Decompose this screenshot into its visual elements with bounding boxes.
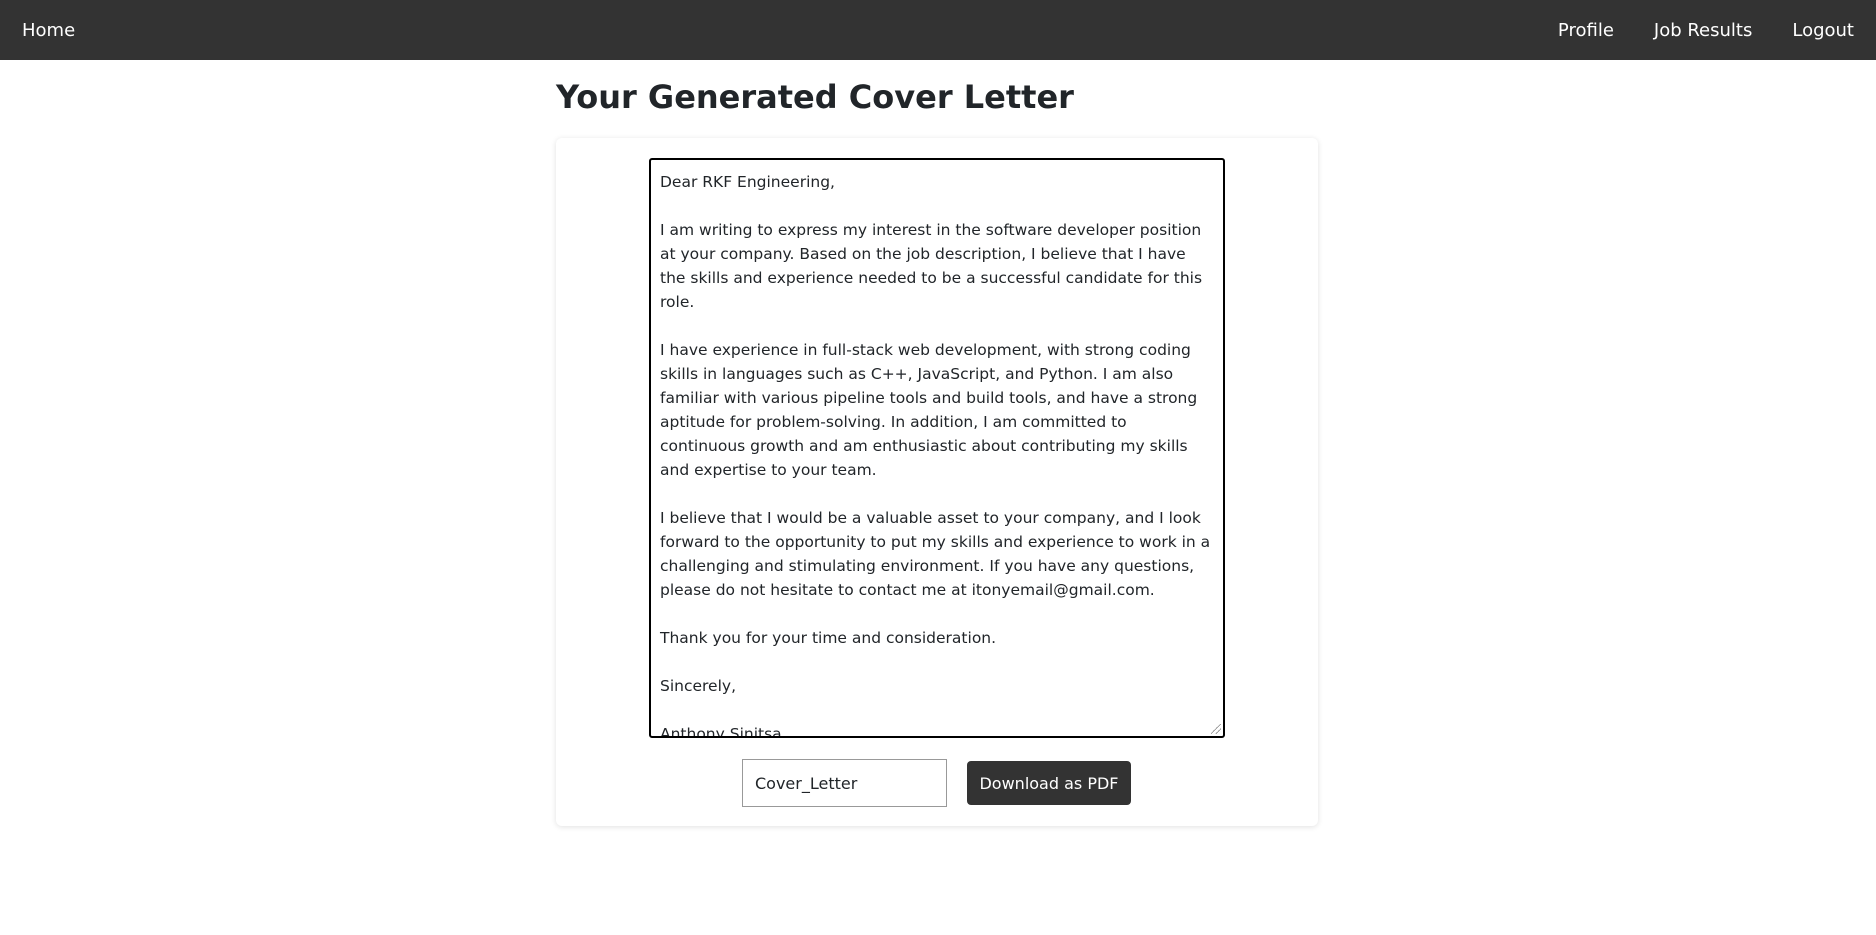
letter-greeting: Dear RKF Engineering, (660, 173, 835, 191)
letter-paragraph-1: I am writing to express my interest in t… (660, 221, 1203, 311)
resize-handle-icon[interactable] (1211, 724, 1221, 734)
signature-last-name: Sinitsa (729, 725, 782, 738)
top-navbar: Home Profile Job Results Logout (0, 0, 1876, 60)
nav-job-results-link[interactable]: Job Results (1654, 20, 1752, 41)
letter-paragraph-4: Thank you for your time and consideratio… (660, 629, 997, 647)
nav-home-link[interactable]: Home (22, 20, 75, 41)
nav-right-group: Profile Job Results Logout (1558, 20, 1854, 41)
nav-logout-link[interactable]: Logout (1792, 20, 1854, 41)
letter-paragraph-2: I have experience in full-stack web deve… (660, 341, 1198, 479)
signature-first-name: Anthony (660, 725, 725, 738)
cover-letter-card: Dear RKF Engineering, I am writing to ex… (556, 138, 1318, 826)
nav-profile-link[interactable]: Profile (1558, 20, 1614, 41)
page-title: Your Generated Cover Letter (556, 78, 1074, 116)
cover-letter-textarea[interactable]: Dear RKF Engineering, I am writing to ex… (649, 158, 1225, 738)
letter-closing: Sincerely, (660, 677, 737, 695)
download-pdf-button[interactable]: Download as PDF (967, 761, 1131, 805)
filename-input[interactable] (742, 759, 947, 807)
letter-signature: Anthony Sinitsa (660, 722, 1214, 738)
letter-paragraph-3: I believe that I would be a valuable ass… (660, 509, 1211, 599)
